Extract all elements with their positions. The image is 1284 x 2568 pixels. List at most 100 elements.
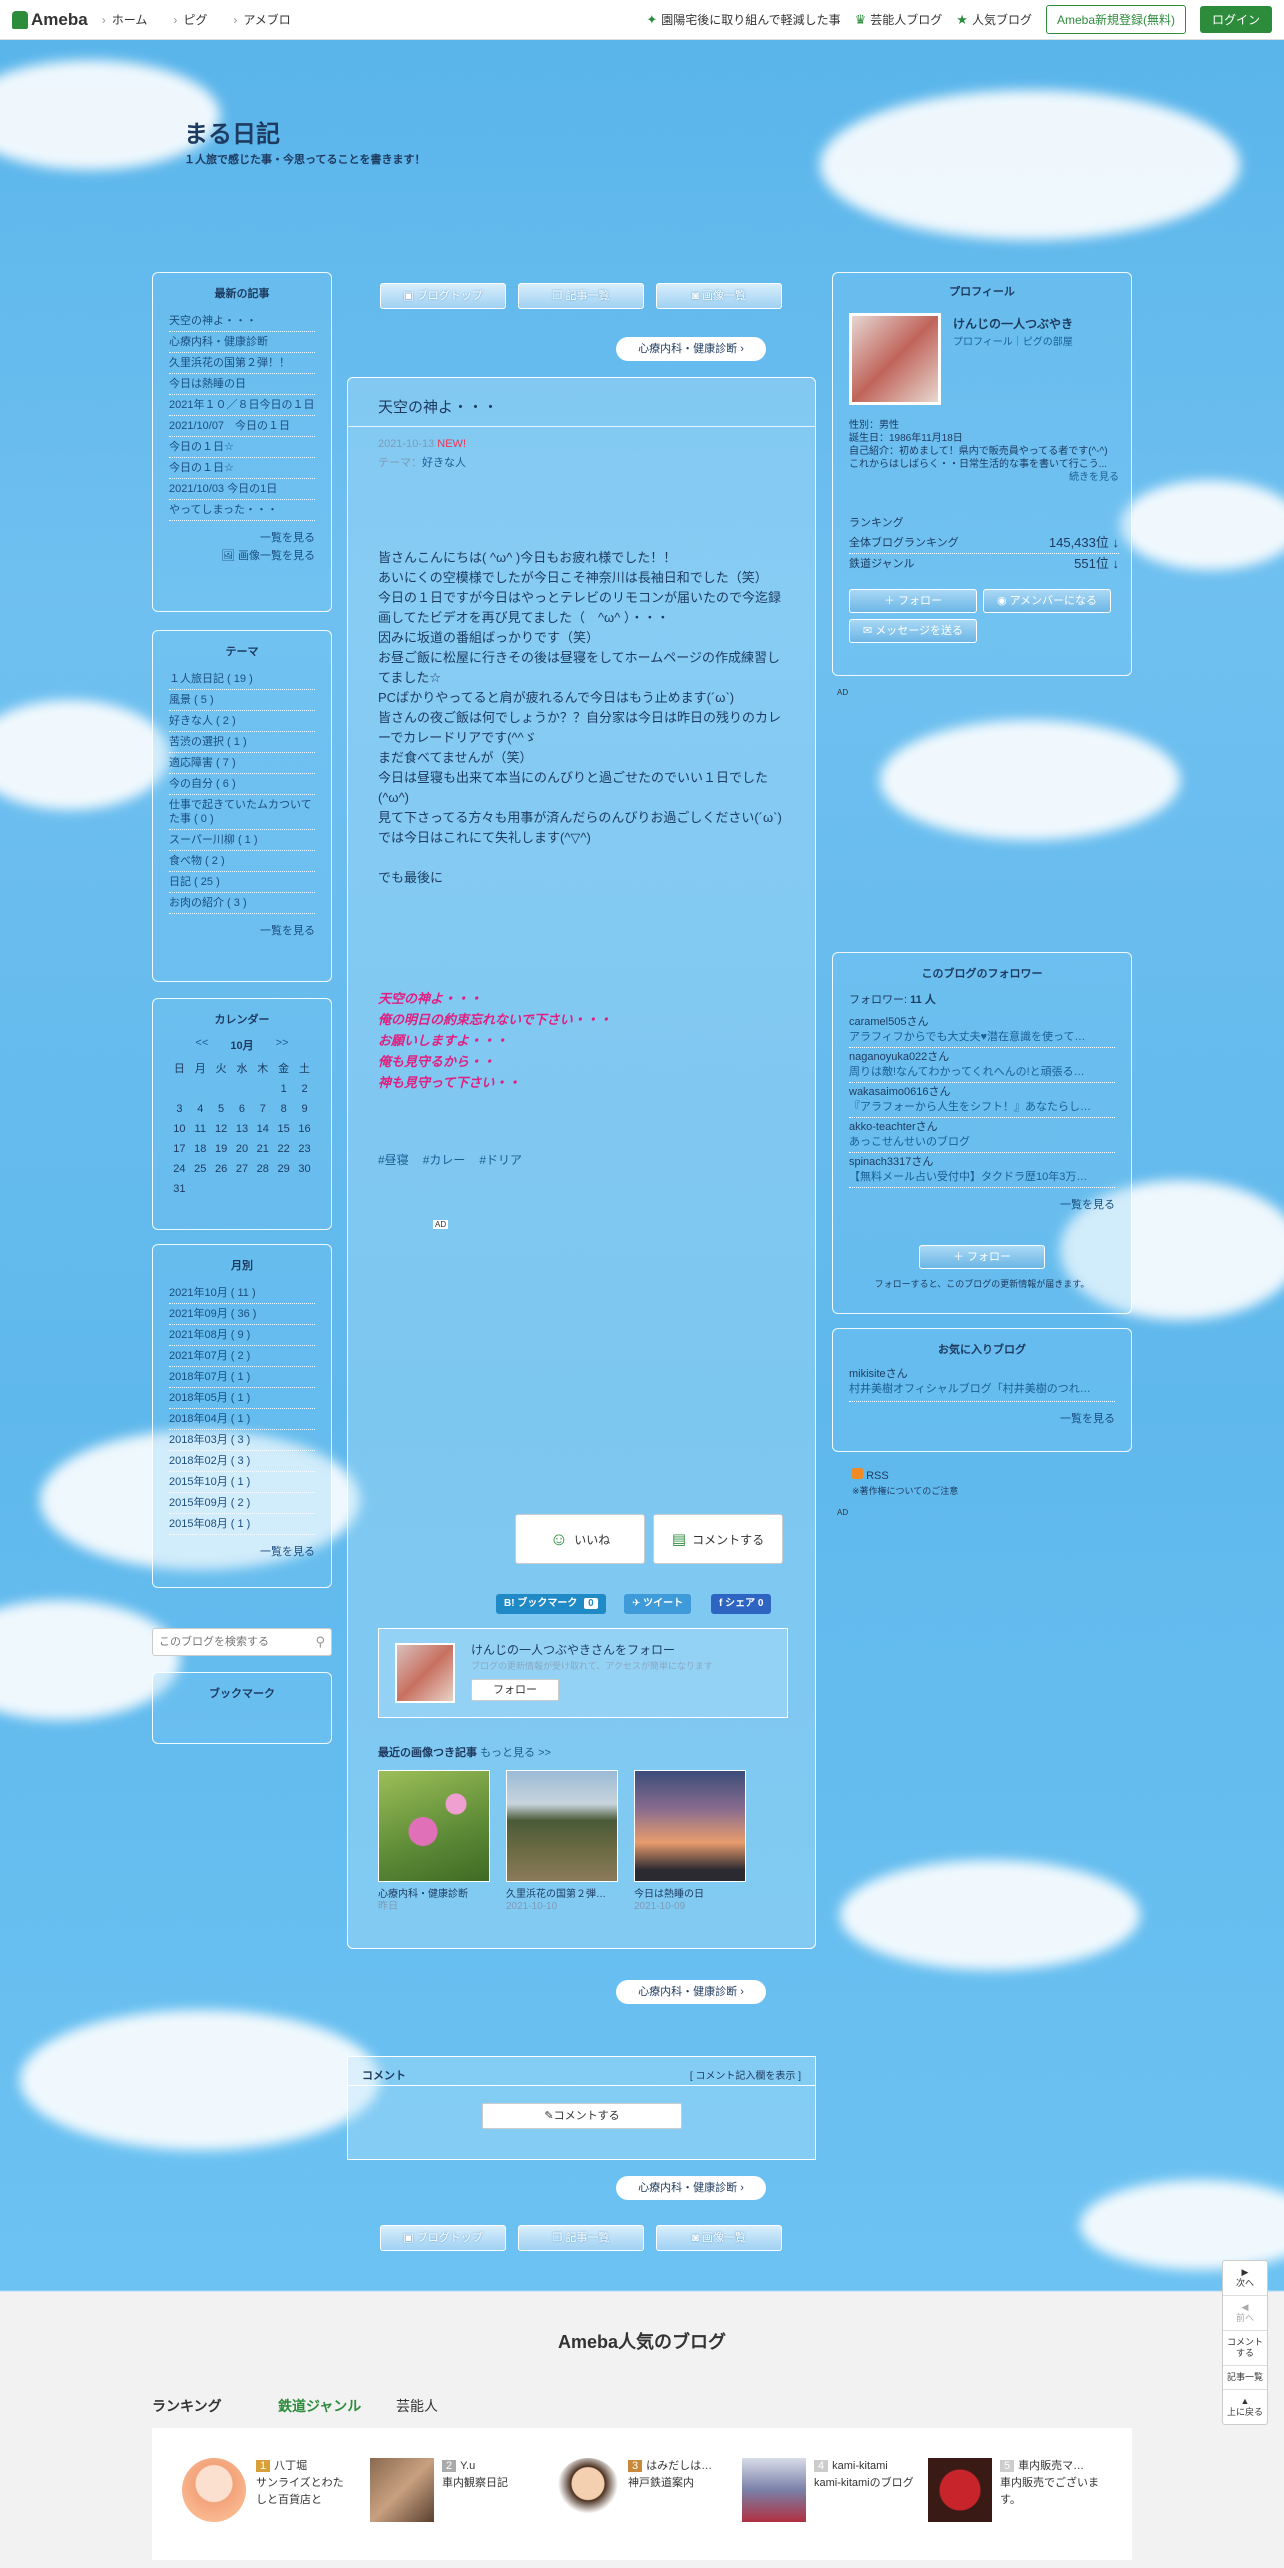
calendar-day[interactable]: 25 bbox=[190, 1159, 211, 1179]
list-item[interactable]: 2021/10/03 今日の1日 bbox=[169, 479, 315, 500]
themes-more-link[interactable]: 一覧を見る bbox=[260, 925, 315, 937]
article-list-button[interactable]: ❐ 記事一覧 bbox=[518, 283, 644, 309]
list-item[interactable]: 2015年10月 ( 1 ) bbox=[169, 1472, 315, 1493]
list-item[interactable]: やってしまった・・・ bbox=[169, 500, 315, 521]
list-item[interactable]: 日記 ( 25 ) bbox=[169, 872, 315, 893]
list-item[interactable]: スーパー川柳 ( 1 ) bbox=[169, 830, 315, 851]
calendar-day[interactable]: 24 bbox=[169, 1159, 190, 1179]
image-list-button[interactable]: ◙ 画像一覧 bbox=[656, 283, 782, 309]
next-article-button[interactable]: 心療内科・健康診断 › bbox=[616, 2176, 766, 2200]
calendar-day[interactable]: 31 bbox=[169, 1179, 190, 1199]
calendar-day[interactable]: 14 bbox=[252, 1119, 273, 1139]
calendar-day[interactable]: 9 bbox=[294, 1099, 315, 1119]
next-article-button[interactable]: 心療内科・健康診断 › bbox=[616, 1980, 766, 2004]
list-item[interactable]: 2015年09月 ( 2 ) bbox=[169, 1493, 315, 1514]
calendar-day[interactable]: 10 bbox=[169, 1119, 190, 1139]
list-item[interactable]: 2021年08月 ( 9 ) bbox=[169, 1325, 315, 1346]
ameba-logo[interactable]: Ameba bbox=[12, 10, 88, 30]
hatena-bookmark-button[interactable]: B! ブックマーク 0 bbox=[496, 1594, 606, 1614]
recent-more-link[interactable]: もっと見る >> bbox=[480, 1747, 551, 1759]
ranking-item[interactable]: 3 はみだしは… 神戸鉄道案内 bbox=[628, 2458, 718, 2492]
calendar-day[interactable]: 2 bbox=[294, 1079, 315, 1099]
calendar-day[interactable]: 12 bbox=[211, 1119, 232, 1139]
calendar-day[interactable]: 21 bbox=[252, 1139, 273, 1159]
next-button[interactable]: ▶ 次へ bbox=[1223, 2261, 1267, 2296]
show-comment-form-link[interactable]: [ コメント記入欄を表示 ] bbox=[690, 2067, 801, 2082]
list-item[interactable]: 2018年03月 ( 3 ) bbox=[169, 1430, 315, 1451]
calendar-day[interactable]: 22 bbox=[273, 1139, 294, 1159]
list-item[interactable]: １人旅日記 ( 19 ) bbox=[169, 669, 315, 690]
list-item[interactable]: 2018年05月 ( 1 ) bbox=[169, 1388, 315, 1409]
list-item[interactable]: spinach3317さん 【無料メール占い受付中】タクドラ歴10年3万… bbox=[849, 1153, 1115, 1188]
calendar-day[interactable]: 20 bbox=[232, 1139, 253, 1159]
list-item[interactable]: 心療内科・健康診断 bbox=[169, 332, 315, 353]
list-item[interactable]: naganoyuka022さん 周りは敵!なんてわかってくれへんの!と頑張る… bbox=[849, 1048, 1115, 1083]
theme-link[interactable]: 好きな人 bbox=[422, 457, 466, 469]
list-item[interactable]: 食べ物 ( 2 ) bbox=[169, 851, 315, 872]
float-list-button[interactable]: 記事一覧 bbox=[1223, 2366, 1267, 2390]
calendar-day[interactable]: 3 bbox=[169, 1099, 190, 1119]
ranking-item[interactable]: 5 車内販売マ… 車内販売でございます。 bbox=[1000, 2458, 1100, 2509]
calendar-day[interactable]: 6 bbox=[232, 1099, 253, 1119]
list-item[interactable]: 好きな人 ( 2 ) bbox=[169, 711, 315, 732]
calendar-day[interactable]: 4 bbox=[190, 1099, 211, 1119]
calendar-day[interactable]: 15 bbox=[273, 1119, 294, 1139]
list-item[interactable]: 2015年08月 ( 1 ) bbox=[169, 1514, 315, 1535]
latest-more-link[interactable]: 一覧を見る bbox=[260, 532, 315, 544]
follow-button[interactable]: フォロー bbox=[471, 1679, 559, 1701]
calendar-day[interactable]: 11 bbox=[190, 1119, 211, 1139]
list-item[interactable]: お肉の紹介 ( 3 ) bbox=[169, 893, 315, 914]
blog-title[interactable]: まる日記 bbox=[184, 114, 280, 149]
list-item[interactable]: 仕事で起きていたムカついてた事 ( 0 ) bbox=[169, 795, 315, 830]
list-item[interactable]: caramel505さん アラフィフからでも大丈夫♥潜在意識を使って… bbox=[849, 1013, 1115, 1048]
nav-home[interactable]: ホーム bbox=[102, 11, 148, 28]
prev-button[interactable]: ◀ 前へ bbox=[1223, 2296, 1267, 2331]
profile-follow-button[interactable]: ＋ フォロー bbox=[849, 589, 977, 613]
next-article-button[interactable]: 心療内科・健康診断 › bbox=[616, 337, 766, 361]
list-item[interactable]: 2021年07月 ( 2 ) bbox=[169, 1346, 315, 1367]
calendar-day[interactable]: 27 bbox=[232, 1159, 253, 1179]
nav-ameblo[interactable]: アメブロ bbox=[233, 11, 290, 28]
profile-name[interactable]: けんじの一人つぶやき bbox=[953, 315, 1073, 332]
followers-more-link[interactable]: 一覧を見る bbox=[1060, 1199, 1115, 1211]
blog-icon[interactable] bbox=[370, 2458, 434, 2522]
write-comment-button[interactable]: ✎コメントする bbox=[482, 2103, 682, 2129]
list-item[interactable]: 2021年１０／８日今日の１日 bbox=[169, 395, 315, 416]
like-button[interactable]: ☺ いいね bbox=[515, 1514, 645, 1564]
blog-icon[interactable] bbox=[742, 2458, 806, 2522]
tab-railway[interactable]: 鉄道ジャンル bbox=[278, 2396, 361, 2416]
calendar-day[interactable]: 23 bbox=[294, 1139, 315, 1159]
list-item[interactable]: 2018年02月 ( 3 ) bbox=[169, 1451, 315, 1472]
ranking-item[interactable]: 2 Y.u 車内観察日記 bbox=[442, 2458, 532, 2492]
nav-pigg[interactable]: ピグ bbox=[173, 11, 207, 28]
blog-icon[interactable] bbox=[928, 2458, 992, 2522]
list-item[interactable]: 今日の１日☆ bbox=[169, 458, 315, 479]
calendar-day[interactable]: 13 bbox=[232, 1119, 253, 1139]
images-more-link[interactable]: 🖼 画像一覧を見る bbox=[221, 550, 315, 562]
calendar-day[interactable]: 19 bbox=[211, 1139, 232, 1159]
tweet-button[interactable]: ✈ ツイート bbox=[624, 1594, 692, 1614]
blog-icon[interactable] bbox=[556, 2458, 620, 2522]
calendar-day[interactable]: 30 bbox=[294, 1159, 315, 1179]
thumbnail-image[interactable] bbox=[378, 1770, 490, 1882]
hashtag[interactable]: #カレー bbox=[423, 1151, 466, 1168]
list-item[interactable]: 天空の神よ・・・ bbox=[169, 311, 315, 332]
list-item[interactable]: 今の自分 ( 6 ) bbox=[169, 774, 315, 795]
list-item[interactable]: 2021年09月 ( 36 ) bbox=[169, 1304, 315, 1325]
calendar-day[interactable]: 17 bbox=[169, 1139, 190, 1159]
calendar-day[interactable]: 28 bbox=[252, 1159, 273, 1179]
thumbnail-caption[interactable]: 心療内科・健康診断 昨日 bbox=[378, 1889, 493, 1913]
image-list-button[interactable]: ◙ 画像一覧 bbox=[656, 2225, 782, 2251]
list-item[interactable]: 久里浜花の国第２弾！！ bbox=[169, 353, 315, 374]
blog-icon[interactable] bbox=[182, 2458, 246, 2522]
copyright-note-link[interactable]: ※著作権についてのご注意 bbox=[852, 1484, 958, 1497]
list-item[interactable]: wakasaimo0616さん 『アラフォーから人生をシフト！』あなたらし… bbox=[849, 1083, 1115, 1118]
blog-top-button[interactable]: ▣ ブログトップ bbox=[380, 2225, 506, 2251]
top-link-popular-blog[interactable]: ★ 人気ブログ bbox=[956, 11, 1032, 28]
calendar-day[interactable]: 18 bbox=[190, 1139, 211, 1159]
calendar-day[interactable]: 16 bbox=[294, 1119, 315, 1139]
search-icon[interactable]: ⚲ bbox=[315, 1634, 325, 1650]
list-item[interactable]: 今日の１日☆ bbox=[169, 437, 315, 458]
float-comment-button[interactable]: コメントする bbox=[1223, 2331, 1267, 2366]
tab-celebrity[interactable]: 芸能人 bbox=[396, 2396, 438, 2416]
